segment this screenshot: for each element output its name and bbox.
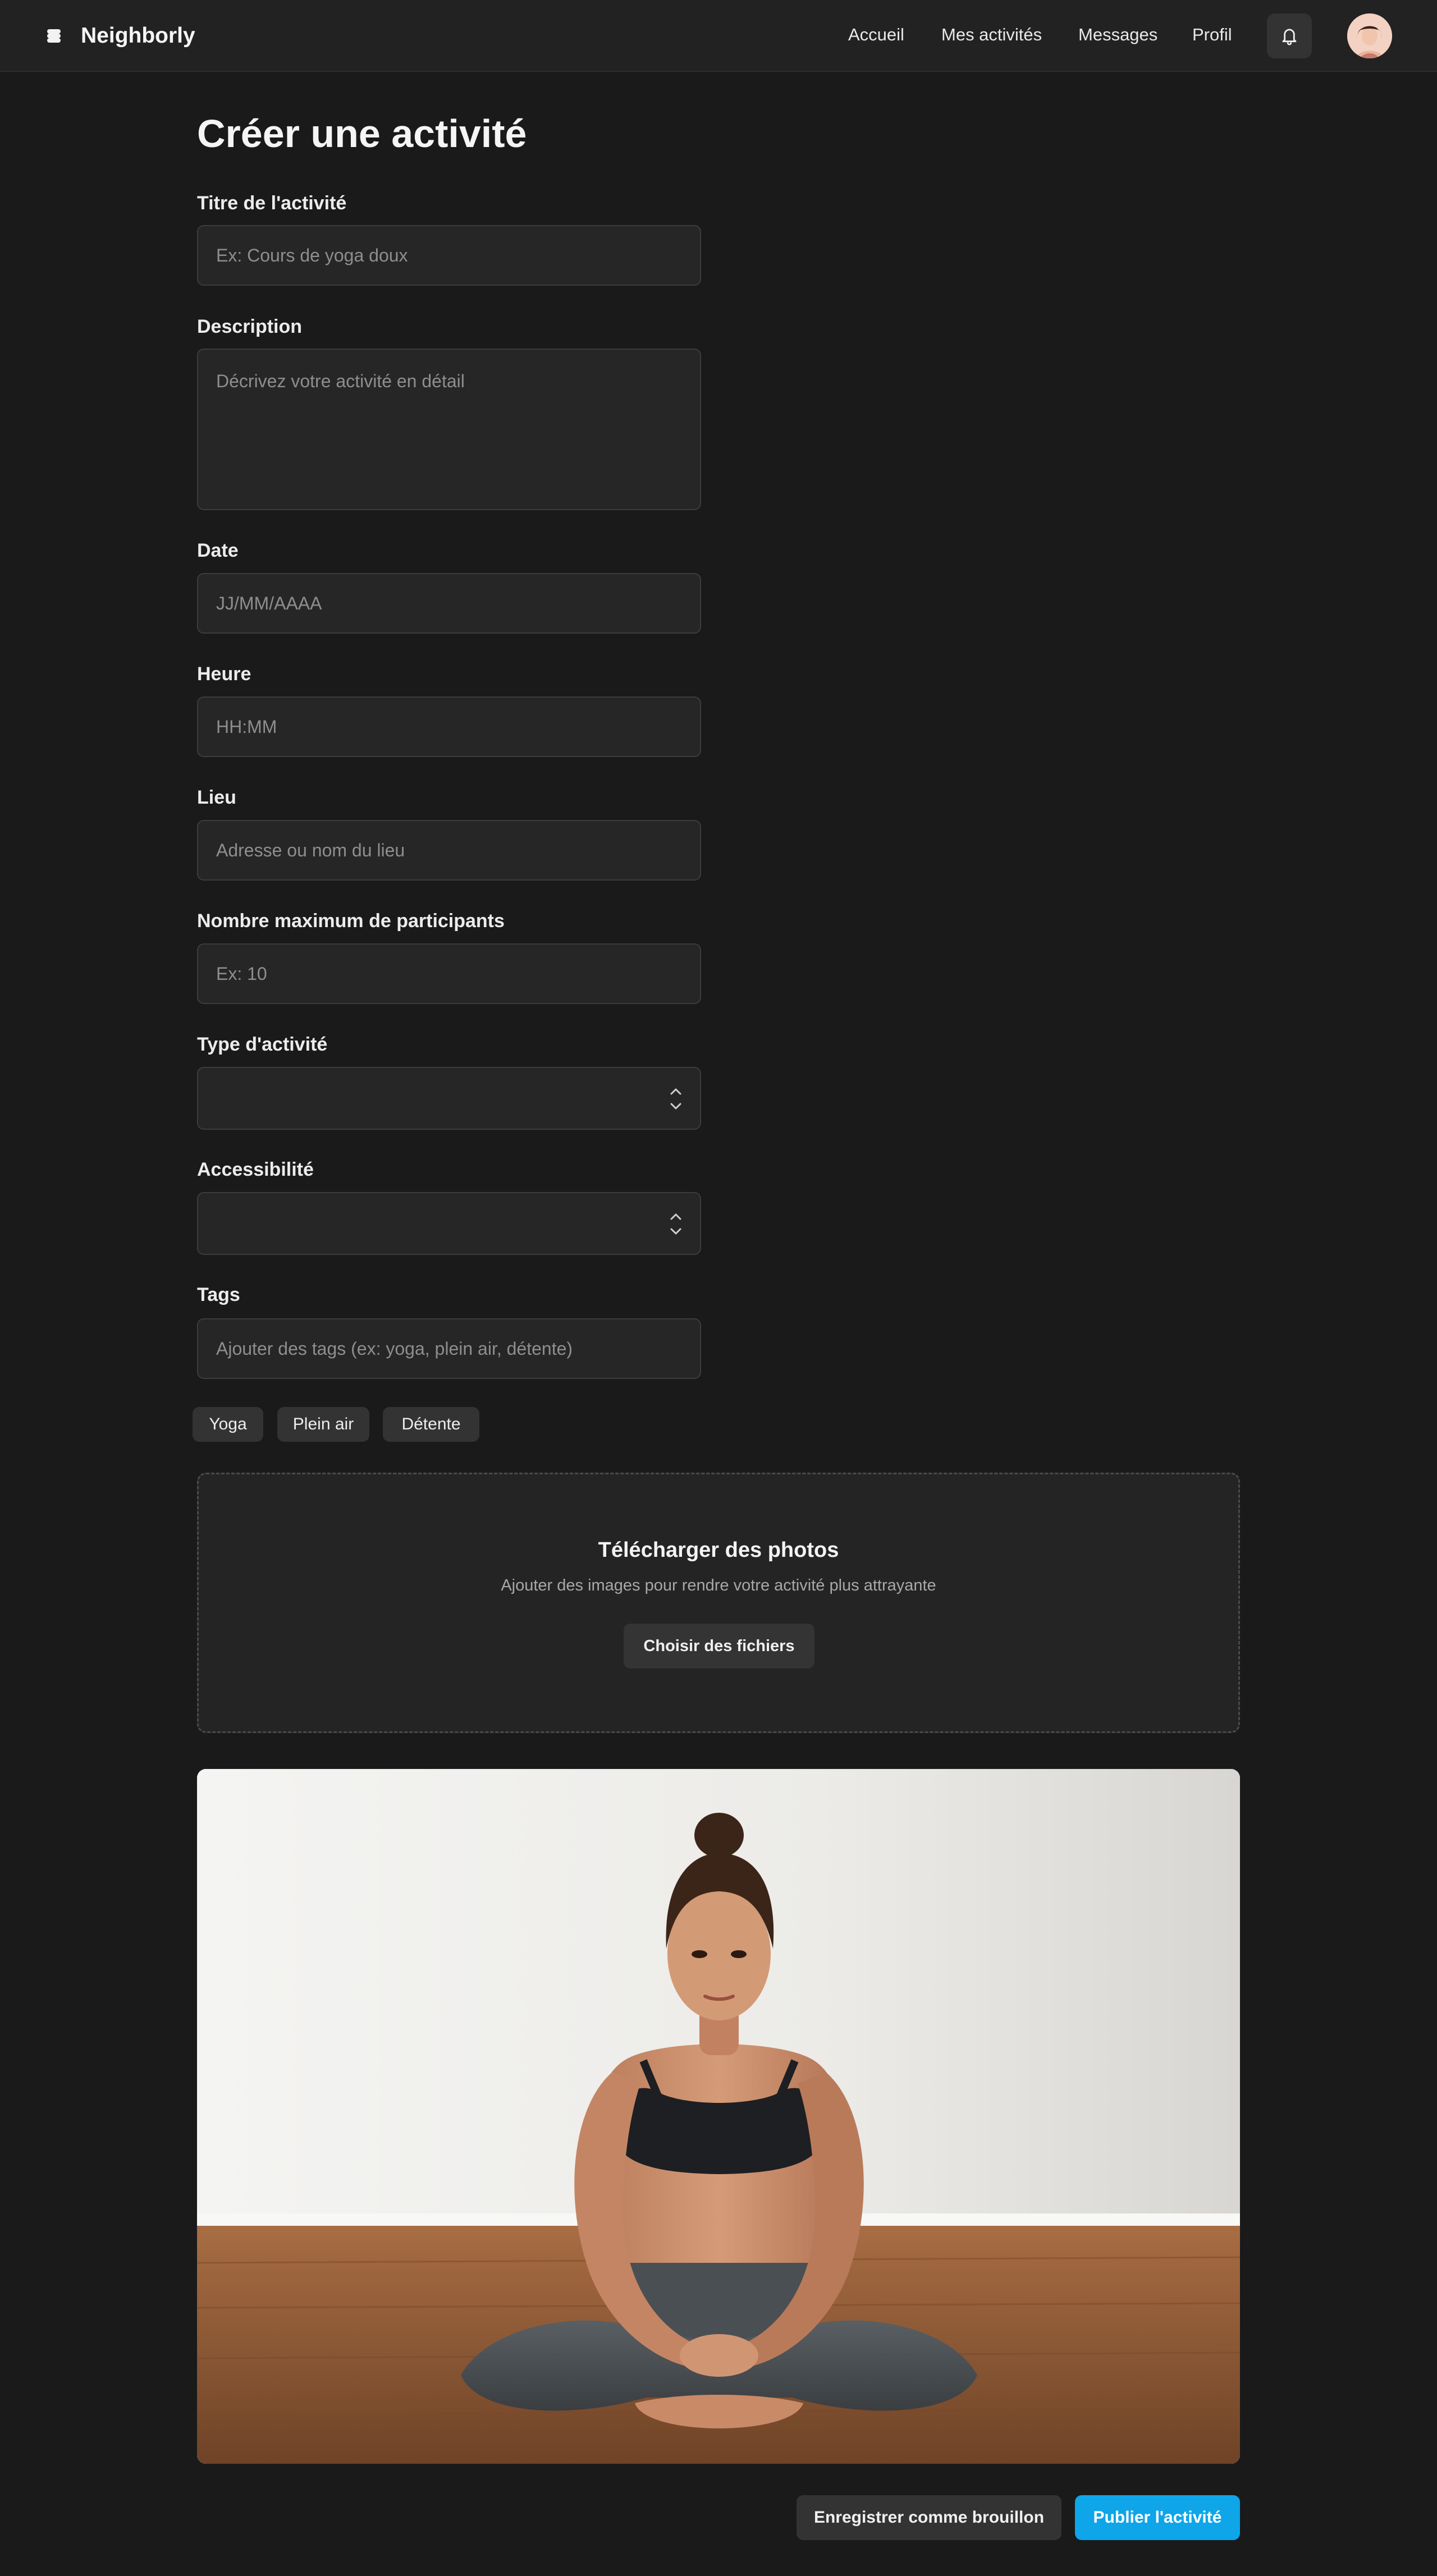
- title-label: Titre de l'activité: [197, 192, 347, 214]
- save-draft-button[interactable]: Enregistrer comme brouillon: [797, 2495, 1061, 2540]
- brand-logo[interactable]: Neighborly: [44, 20, 195, 52]
- tags-label: Tags: [197, 1284, 240, 1305]
- time-input[interactable]: [197, 696, 701, 757]
- activity-type-select[interactable]: [197, 1067, 701, 1130]
- location-input[interactable]: [197, 820, 701, 881]
- user-avatar[interactable]: [1347, 13, 1392, 58]
- uploaded-photo-preview: [197, 1769, 1240, 2464]
- upload-title: Télécharger des photos: [598, 1538, 839, 1562]
- select-chevrons-icon: [670, 1088, 681, 1110]
- choose-files-button[interactable]: Choisir des fichiers: [624, 1624, 814, 1669]
- date-label: Date: [197, 540, 239, 561]
- tag-chip-detente[interactable]: Détente: [383, 1407, 479, 1442]
- tag-chip-plein-air[interactable]: Plein air: [277, 1407, 369, 1442]
- layers-icon: [44, 26, 64, 46]
- description-label: Description: [197, 316, 303, 337]
- photo-upload-dropzone[interactable]: Télécharger des photos Ajouter des image…: [197, 1473, 1240, 1733]
- bell-icon: [1282, 29, 1297, 45]
- avatar-portrait: [1347, 13, 1392, 58]
- title-input[interactable]: [197, 225, 701, 286]
- publish-activity-button[interactable]: Publier l'activité: [1075, 2495, 1240, 2540]
- brand-name: Neighborly: [81, 24, 195, 48]
- accessibility-select[interactable]: [197, 1192, 701, 1255]
- nav-link-accueil[interactable]: Accueil: [848, 25, 904, 45]
- page-title: Créer une activité: [197, 112, 527, 155]
- yoga-photo-illustration: [197, 1769, 1240, 2464]
- max-participants-input[interactable]: [197, 943, 701, 1004]
- tags-input[interactable]: [197, 1318, 701, 1379]
- max-participants-label: Nombre maximum de participants: [197, 910, 505, 932]
- select-chevrons-icon: [670, 1213, 681, 1235]
- notifications-button[interactable]: [1267, 13, 1312, 58]
- accessibility-label: Accessibilité: [197, 1159, 314, 1180]
- location-label: Lieu: [197, 787, 236, 808]
- nav-link-profil[interactable]: Profil: [1192, 25, 1232, 45]
- date-input[interactable]: [197, 573, 701, 634]
- nav-link-mes-activites[interactable]: Mes activités: [941, 25, 1042, 45]
- description-textarea[interactable]: [197, 349, 701, 510]
- upload-subtitle: Ajouter des images pour rendre votre act…: [501, 1576, 936, 1594]
- activity-type-label: Type d'activité: [197, 1034, 328, 1055]
- tag-chip-yoga[interactable]: Yoga: [193, 1407, 263, 1442]
- top-navigation-bar: Neighborly Accueil Mes activités Message…: [0, 0, 1437, 72]
- time-label: Heure: [197, 663, 251, 685]
- nav-link-messages[interactable]: Messages: [1078, 25, 1157, 45]
